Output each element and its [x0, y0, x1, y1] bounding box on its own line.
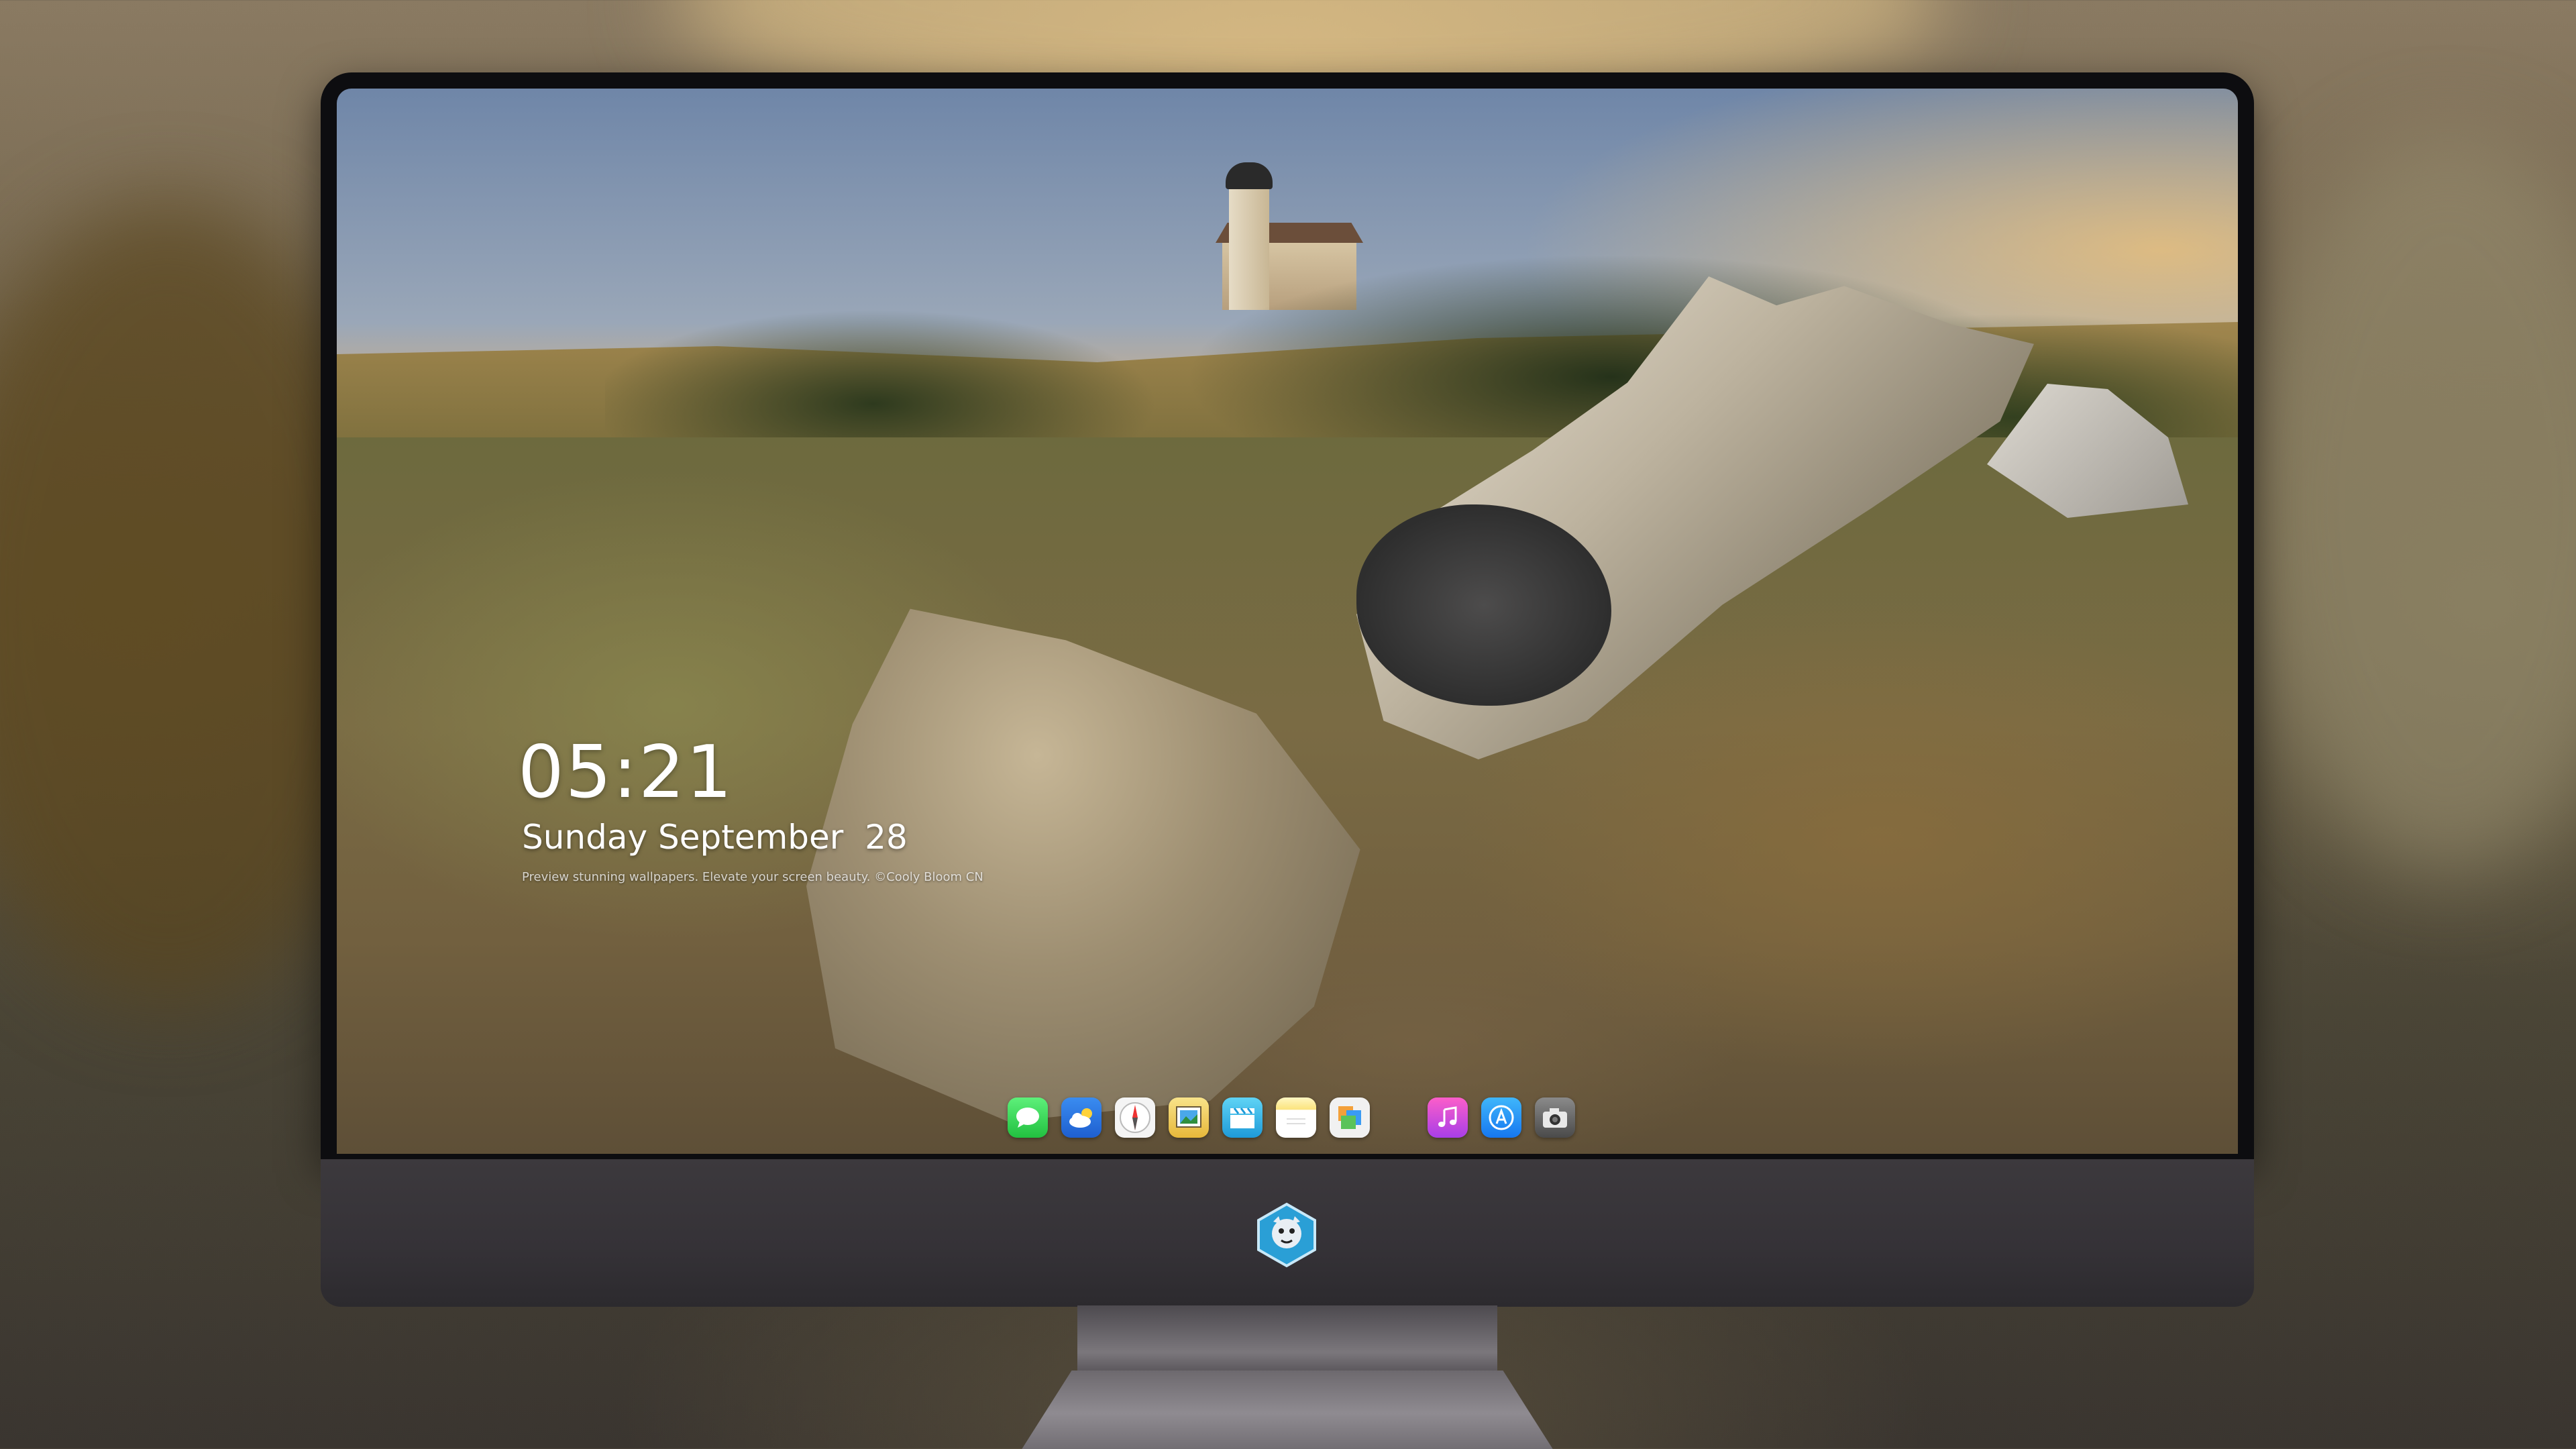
lock-screen-time: 05:21 — [518, 731, 734, 814]
clapperboard-icon — [1230, 1108, 1254, 1128]
lock-screen[interactable]: 05:21 Sunday September 28 Preview stunni… — [337, 89, 2238, 1154]
monitor-stand-neck — [1077, 1305, 1497, 1373]
cloud-icon — [1069, 1108, 1092, 1128]
background-blur-right — [2247, 134, 2576, 872]
notes-dock-icon[interactable] — [1276, 1097, 1316, 1138]
brand-logo-icon — [1257, 1202, 1316, 1268]
safari-dock-icon[interactable] — [1115, 1097, 1155, 1138]
camera-icon — [1543, 1108, 1567, 1128]
lock-screen-tagline: Preview stunning wallpapers. Elevate you… — [522, 870, 983, 884]
notepad-icon — [1287, 1118, 1305, 1124]
camera-dock-icon[interactable] — [1535, 1097, 1575, 1138]
picture-frame-icon — [1176, 1106, 1201, 1128]
weather-dock-icon[interactable] — [1061, 1097, 1102, 1138]
speech-bubble-icon — [1016, 1108, 1039, 1128]
photo-stack-icon — [1338, 1106, 1361, 1129]
dock — [1008, 1096, 1575, 1139]
messages-dock-icon[interactable] — [1008, 1097, 1048, 1138]
compass-icon — [1120, 1102, 1150, 1133]
claquette-dock-icon[interactable] — [1222, 1097, 1263, 1138]
imac-monitor: 05:21 Sunday September 28 Preview stunni… — [321, 72, 2254, 1449]
photos-dock-icon[interactable] — [1330, 1097, 1370, 1138]
lock-screen-date: Sunday September 28 — [522, 818, 908, 857]
app-store-dock-icon[interactable] — [1481, 1097, 1521, 1138]
music-note-icon — [1438, 1106, 1457, 1127]
wallpaper-lighthouse-lamp — [1226, 162, 1273, 189]
monitor-stand-base — [1004, 1371, 1571, 1449]
music-dock-icon[interactable] — [1428, 1097, 1468, 1138]
app-store-icon — [1489, 1105, 1514, 1130]
monitor-bezel: 05:21 Sunday September 28 Preview stunni… — [321, 72, 2254, 1159]
preview-dock-icon[interactable] — [1169, 1097, 1209, 1138]
